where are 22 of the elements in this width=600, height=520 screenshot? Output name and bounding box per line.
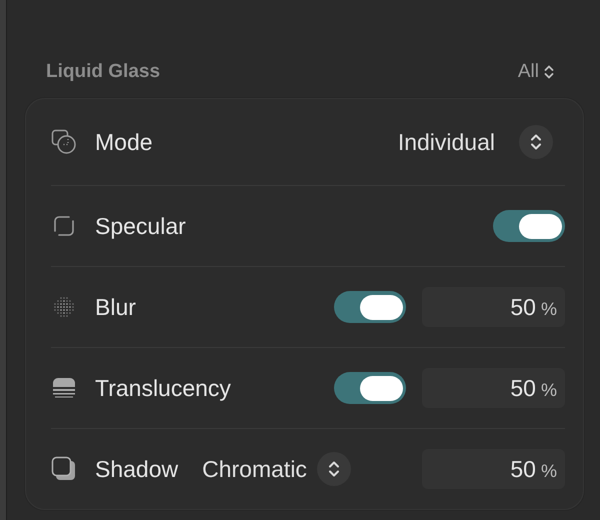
dropdown-value: Individual (398, 128, 495, 156)
percent-field[interactable]: 50 % (422, 368, 565, 408)
filter-dropdown[interactable]: All (518, 60, 554, 82)
stepper-button[interactable] (519, 125, 553, 159)
row-label: Shadow (95, 456, 178, 482)
row-label: Blur (95, 294, 136, 320)
row-label: Mode (95, 128, 153, 156)
chevron-icon (544, 64, 554, 80)
percent-field[interactable]: 50 % (422, 449, 565, 489)
row-label: Specular (95, 212, 186, 240)
dropdown-value: Chromatic (202, 456, 307, 482)
row-label: Translucency (95, 374, 231, 402)
stepper-button[interactable] (316, 452, 351, 486)
chevron-icon (529, 132, 543, 152)
percent-field[interactable]: 50 % (422, 287, 565, 327)
section-title: Liquid Glass (46, 60, 160, 82)
toggle-switch[interactable] (334, 291, 406, 323)
shadowed-square-icon (51, 456, 77, 482)
overlapping-shapes-icon (51, 129, 77, 155)
chevron-icon (326, 459, 341, 479)
toggle-switch[interactable] (493, 210, 565, 242)
toggle-switch[interactable] (334, 372, 406, 404)
